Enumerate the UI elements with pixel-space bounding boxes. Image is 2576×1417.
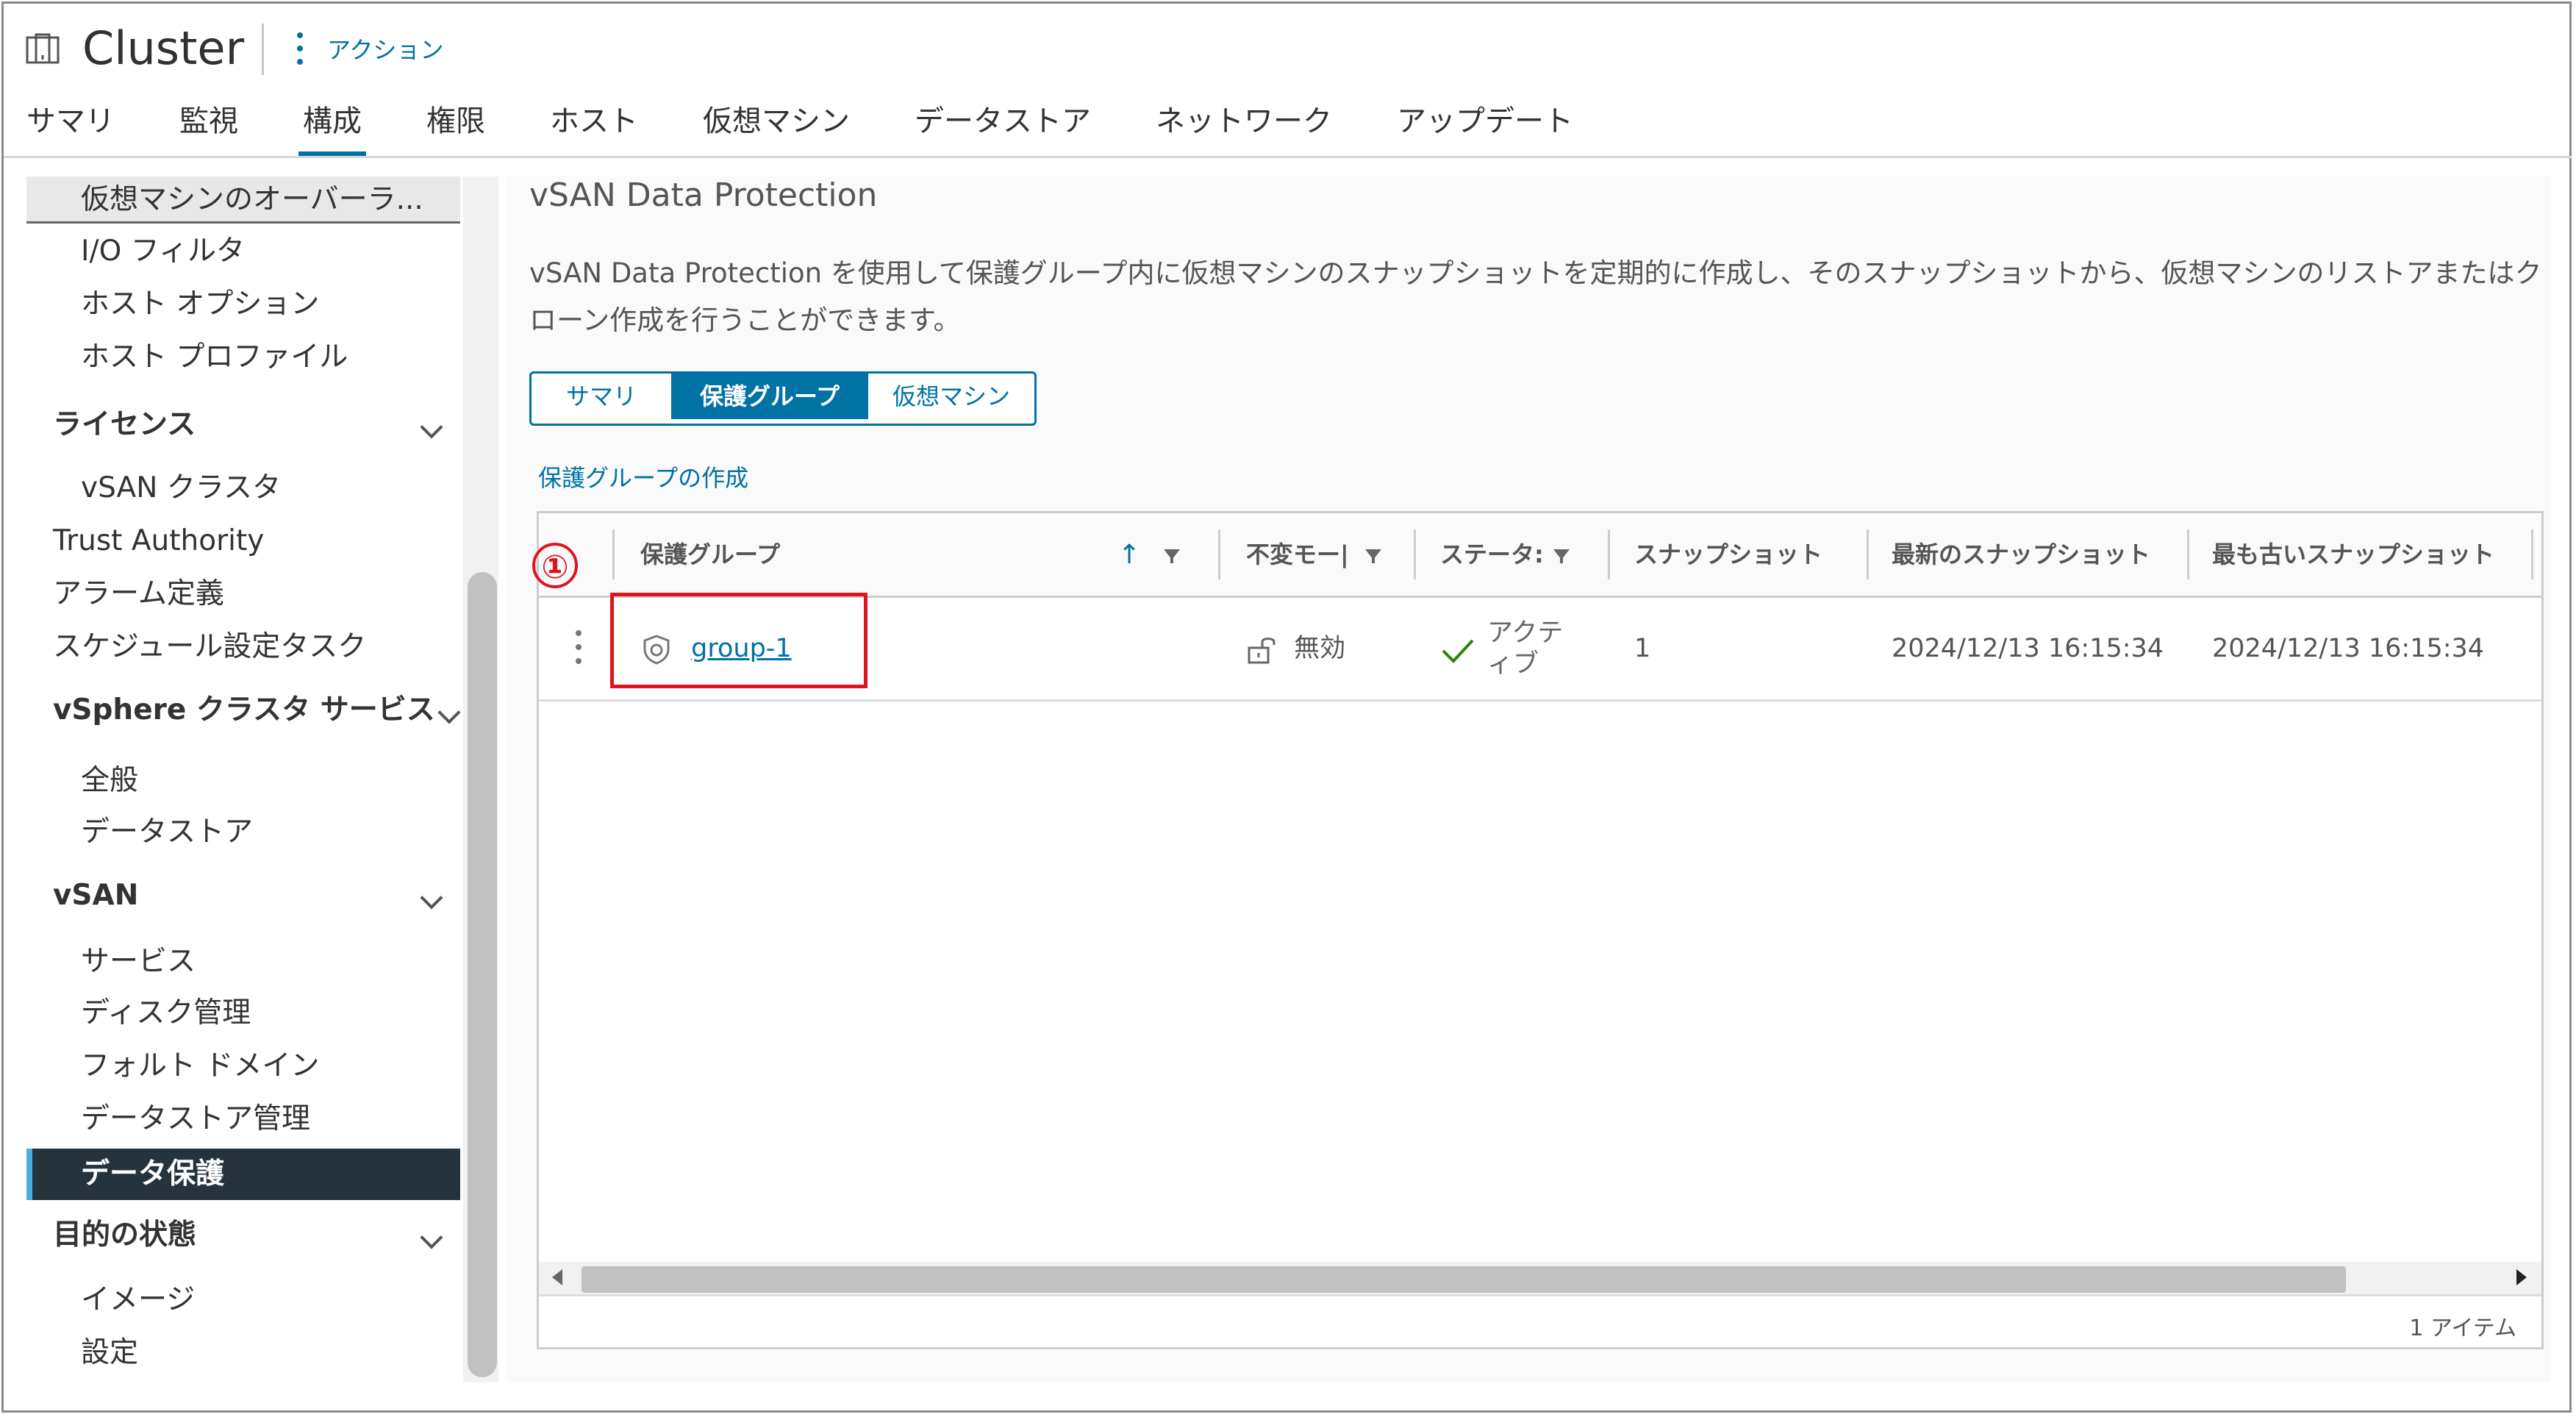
- tab-datastores[interactable]: データストア: [915, 99, 1091, 157]
- section-title: vSAN Data Protection: [529, 176, 878, 214]
- chevron-down-icon: [420, 1226, 443, 1249]
- sidebar-item-alarm-definitions[interactable]: アラーム定義: [26, 571, 460, 618]
- kebab-icon: [296, 32, 304, 65]
- chevron-down-icon: [420, 886, 443, 910]
- sidebar-item-datastores[interactable]: データストア: [26, 809, 460, 856]
- column-header-protection-group[interactable]: 保護グループ: [640, 513, 780, 596]
- sidebar-item-scheduled-tasks[interactable]: スケジュール設定タスク: [26, 624, 460, 671]
- filter-icon[interactable]: [1164, 546, 1180, 563]
- sidebar-item-fault-domains[interactable]: フォルト ドメイン: [26, 1043, 460, 1090]
- sidebar-item-vsan-cluster[interactable]: vSAN クラスタ: [26, 465, 460, 512]
- immutable-mode-value: 無効: [1294, 634, 1346, 663]
- sidebar-item-image[interactable]: イメージ: [26, 1277, 460, 1324]
- object-tabs: サマリ 監視 構成 権限 ホスト 仮想マシン データストア ネットワーク アップ…: [26, 99, 1638, 157]
- subtab-summary[interactable]: サマリ: [532, 374, 673, 419]
- column-divider: [2531, 529, 2533, 579]
- actions-menu-button[interactable]: アクション: [296, 28, 443, 69]
- sidebar-scrollbar-thumb[interactable]: [468, 572, 497, 1377]
- sidebar-item-disk-management[interactable]: ディスク管理: [26, 990, 460, 1037]
- column-header-oldest-snapshot[interactable]: 最も古いスナップショット: [2212, 513, 2494, 596]
- sidebar-item-data-protection[interactable]: データ保護: [26, 1149, 460, 1200]
- column-header-status[interactable]: ステータ:: [1440, 513, 1544, 596]
- tab-permissions[interactable]: 権限: [426, 99, 485, 157]
- tab-networks[interactable]: ネットワーク: [1156, 99, 1332, 157]
- chevron-down-icon: [420, 415, 443, 439]
- unlock-icon: [1248, 638, 1276, 664]
- grid-scrollbar-thumb[interactable]: [582, 1266, 2346, 1293]
- column-divider: [1867, 529, 1869, 579]
- sidebar-item-general[interactable]: 全般: [26, 757, 460, 804]
- filter-icon[interactable]: [1365, 546, 1381, 563]
- cell-oldest-snapshot: 2024/12/13 16:15:34: [2212, 634, 2485, 663]
- cell-immutable-mode: 無効: [1246, 598, 1345, 699]
- tab-configure[interactable]: 構成: [298, 99, 366, 157]
- cell-latest-snapshot: 2024/12/13 16:15:34: [1892, 634, 2164, 663]
- sidebar-item-host-profile[interactable]: ホスト プロファイル: [26, 334, 460, 381]
- row-actions-icon[interactable]: [576, 630, 582, 664]
- column-header-snapshots[interactable]: スナップショット: [1634, 513, 1822, 596]
- configure-sidebar: 仮想マシンのオーバーラ... I/O フィルタ ホスト オプション ホスト プロ…: [26, 176, 461, 1390]
- filter-icon[interactable]: [1553, 546, 1570, 563]
- sidebar-item-datastore-management[interactable]: データストア管理: [26, 1096, 460, 1143]
- grid-header: 保護グループ ↑ 不変モー| ステータ: スナップショット 最新のスナップショッ…: [539, 513, 2541, 598]
- subtab-virtual-machines[interactable]: 仮想マシン: [868, 374, 1034, 419]
- sidebar-group-vsphere-cluster-services[interactable]: vSphere クラスタ サービス: [26, 687, 461, 734]
- sidebar-item-host-options[interactable]: ホスト オプション: [26, 281, 460, 328]
- tab-hosts[interactable]: ホスト: [550, 99, 638, 157]
- tab-summary[interactable]: サマリ: [26, 99, 115, 157]
- actions-label: アクション: [327, 36, 444, 64]
- sidebar-group-desired-state[interactable]: 目的の状態: [26, 1212, 460, 1259]
- subtab-protection-groups[interactable]: 保護グループ: [673, 374, 868, 419]
- sidebar-item-vm-overrides[interactable]: 仮想マシンのオーバーラ...: [26, 176, 460, 224]
- column-divider: [1608, 529, 1610, 579]
- grid-footer: 1 アイテム: [539, 1294, 2541, 1349]
- section-description: vSAN Data Protection を使用して保護グループ内に仮想マシンの…: [529, 257, 2542, 336]
- sidebar-item-trust-authority[interactable]: Trust Authority: [26, 518, 460, 565]
- main-panel: vSAN Data Protection vSAN Data Protectio…: [507, 176, 2551, 1382]
- sidebar-group-licensing[interactable]: ライセンス: [26, 401, 460, 449]
- item-count: 1 アイテム: [2409, 1316, 2516, 1341]
- sidebar-item-settings[interactable]: 設定: [26, 1329, 460, 1377]
- tab-monitor[interactable]: 監視: [179, 99, 238, 157]
- sidebar-group-label: vSAN: [53, 879, 139, 912]
- chevron-down-icon: [437, 701, 461, 724]
- status-value-line1: アクテ: [1487, 618, 1564, 648]
- column-divider: [1414, 529, 1416, 579]
- status-value-line2: ィブ: [1487, 649, 1539, 679]
- annotation-highlight-box: [610, 593, 867, 688]
- check-icon: [1442, 639, 1474, 663]
- create-protection-group-link[interactable]: 保護グループの作成: [538, 460, 748, 493]
- tab-updates[interactable]: アップデート: [1397, 99, 1573, 157]
- column-header-latest-snapshot[interactable]: 最新のスナップショット: [1892, 513, 2150, 596]
- tab-vms[interactable]: 仮想マシン: [703, 99, 850, 157]
- cluster-icon: [26, 33, 60, 64]
- header-divider: [4, 156, 2572, 158]
- title-divider: [262, 24, 264, 75]
- column-divider: [1218, 529, 1220, 579]
- scroll-left-icon[interactable]: [552, 1269, 562, 1285]
- sidebar-item-io-filters[interactable]: I/O フィルタ: [26, 228, 460, 275]
- column-header-immutable-mode[interactable]: 不変モー|: [1246, 513, 1349, 596]
- cell-snapshots: 1: [1634, 634, 1651, 663]
- page-title: Cluster: [82, 21, 245, 75]
- sidebar-group-label: ライセンス: [53, 408, 196, 441]
- sidebar-group-label: vSphere クラスタ サービス: [53, 693, 435, 727]
- object-header: Cluster アクション サマリ 監視 構成 権限 ホスト 仮想マシン データ…: [0, 0, 2576, 158]
- scroll-right-icon[interactable]: [2516, 1269, 2527, 1285]
- annotation-number: ①: [532, 543, 578, 588]
- sort-ascending-icon[interactable]: ↑: [1118, 540, 1140, 570]
- subtab-button-group: サマリ 保護グループ 仮想マシン: [529, 371, 1037, 426]
- sidebar-group-label: 目的の状態: [53, 1218, 197, 1252]
- sidebar-group-vsan[interactable]: vSAN: [26, 872, 460, 919]
- column-divider: [2187, 529, 2189, 579]
- sidebar-item-services[interactable]: サービス: [26, 938, 460, 985]
- column-divider: [612, 529, 615, 579]
